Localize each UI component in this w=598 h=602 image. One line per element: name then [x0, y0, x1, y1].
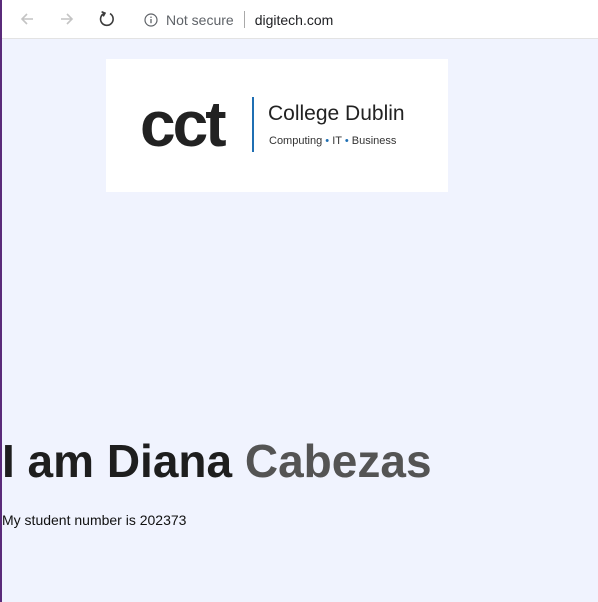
back-button[interactable] — [16, 8, 38, 30]
logo-tagline-item: Business — [351, 135, 397, 147]
page-heading: I am Diana Cabezas — [2, 434, 432, 488]
bullet-dot-icon: • — [344, 135, 352, 147]
address-bar[interactable]: Not secure digitech.com — [132, 5, 598, 34]
heading-first-name: I am Diana — [2, 435, 233, 487]
page: Not secure digitech.com cct College Dubl… — [0, 0, 598, 602]
heading-last-name: Cabezas — [244, 435, 432, 487]
security-indicator[interactable]: Not secure — [144, 12, 234, 28]
logo-college-name: College Dublin — [268, 102, 405, 125]
browser-toolbar: Not secure digitech.com — [2, 0, 598, 39]
logo-tagline: Computing • IT • Business — [269, 134, 396, 148]
logo-tagline-item: IT — [332, 135, 342, 147]
arrow-left-icon — [19, 11, 35, 27]
logo-divider — [252, 97, 254, 152]
reload-icon — [98, 10, 116, 28]
arrow-right-icon — [59, 11, 75, 27]
logo-mark: cct — [140, 88, 226, 160]
security-label: Not secure — [166, 11, 234, 28]
college-logo: cct College Dublin Computing • IT • Busi… — [106, 59, 448, 192]
address-separator — [243, 11, 245, 28]
url-text[interactable]: digitech.com — [255, 12, 334, 28]
reload-button[interactable] — [96, 8, 118, 30]
info-circle-icon — [144, 12, 158, 27]
student-number-text: My student number is 202373 — [2, 512, 187, 528]
forward-button[interactable] — [56, 8, 78, 30]
logo-tagline-item: Computing — [269, 135, 323, 147]
